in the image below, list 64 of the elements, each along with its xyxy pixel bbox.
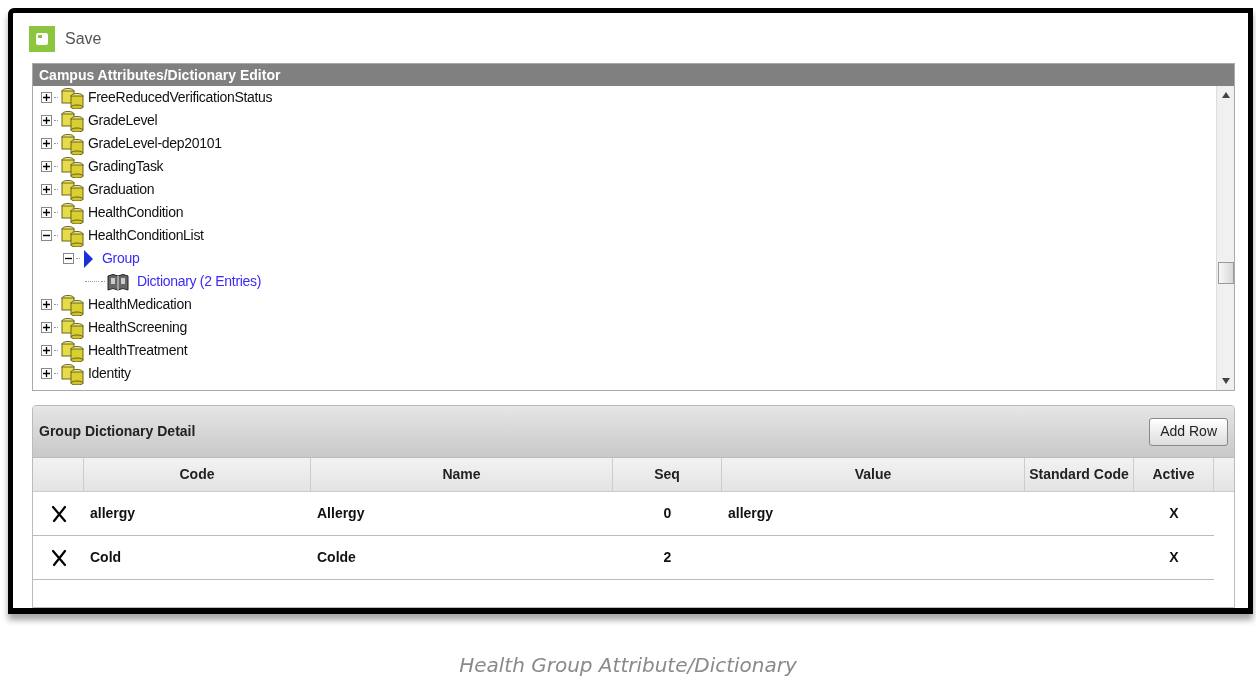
tree-link[interactable]: Group (102, 248, 140, 269)
figure-caption: Health Group Attribute/Dictionary (459, 652, 797, 679)
table-cell: Colde (317, 549, 356, 565)
collapse-toggle[interactable] (41, 230, 52, 241)
column-header: Seq (613, 458, 722, 491)
expand-toggle[interactable] (41, 92, 52, 103)
table-cell: allergy (90, 505, 136, 521)
cylinder-folder-icon (60, 178, 86, 201)
tree-item[interactable]: GradingTask (88, 156, 164, 177)
cylinder-folder-icon (60, 293, 86, 316)
table-cell: 0 (663, 505, 672, 521)
cylinder-folder-icon (60, 155, 86, 178)
cylinder-folder-icon (60, 224, 86, 247)
collapse-toggle[interactable] (63, 253, 74, 264)
cylinder-folder-icon (60, 201, 86, 224)
column-header: Name (311, 458, 613, 491)
expand-toggle[interactable] (41, 115, 52, 126)
column-header: Active (1134, 458, 1214, 491)
tree-item[interactable]: HealthConditionList (88, 225, 204, 246)
triangle-icon (82, 248, 94, 269)
expand-toggle[interactable] (41, 161, 52, 172)
tree-item[interactable]: HealthCondition (88, 202, 184, 223)
expand-toggle[interactable] (41, 322, 52, 333)
scrollbar[interactable] (1216, 86, 1234, 390)
book-icon (107, 272, 129, 291)
tree-link[interactable]: Dictionary (2 Entries) (137, 271, 262, 292)
expand-toggle[interactable] (41, 207, 52, 218)
cylinder-folder-icon (60, 339, 86, 362)
cylinder-folder-icon (60, 86, 86, 109)
tree-item[interactable]: Graduation (88, 179, 155, 200)
save-button[interactable]: Save (29, 26, 102, 52)
column-header: Code (84, 458, 311, 491)
delete-icon[interactable] (50, 504, 67, 523)
table-cell: X (1169, 549, 1179, 565)
table-cell: X (1169, 505, 1179, 521)
tree-item[interactable]: GradeLevel-dep20101 (88, 133, 222, 154)
tree-item[interactable]: FreeReducedVerificationStatus (88, 87, 273, 108)
scroll-up-icon[interactable] (1221, 92, 1230, 98)
cylinder-folder-icon (60, 109, 86, 132)
expand-toggle[interactable] (41, 345, 52, 356)
expand-toggle[interactable] (41, 138, 52, 149)
table-cell: 2 (663, 549, 672, 565)
column-header: Value (722, 458, 1025, 491)
tree-item[interactable]: HealthMedication (88, 294, 192, 315)
table-cell: Allergy (317, 505, 365, 521)
scroll-thumb[interactable] (1218, 262, 1234, 284)
add-row-button[interactable]: Add Row (1149, 417, 1228, 446)
expand-toggle[interactable] (41, 184, 52, 195)
scroll-down-icon[interactable] (1221, 378, 1230, 384)
table-cell: Cold (90, 549, 122, 565)
cylinder-folder-icon (60, 362, 86, 385)
cylinder-folder-icon (60, 316, 86, 339)
tree-item[interactable]: HealthTreatment (88, 340, 188, 361)
tree-item[interactable]: HealthScreening (88, 317, 187, 338)
column-header: Standard Code (1025, 458, 1134, 491)
delete-icon[interactable] (50, 548, 67, 567)
cylinder-folder-icon (60, 132, 86, 155)
panel-title: Campus Attributes/Dictionary Editor (33, 64, 1234, 86)
panel-title: Group Dictionary Detail (39, 422, 196, 441)
tree-item[interactable]: GradeLevel (88, 110, 158, 131)
expand-toggle[interactable] (41, 368, 52, 379)
expand-toggle[interactable] (41, 299, 52, 310)
tree-item[interactable]: Identity (88, 363, 131, 384)
table-cell: allergy (728, 505, 774, 521)
